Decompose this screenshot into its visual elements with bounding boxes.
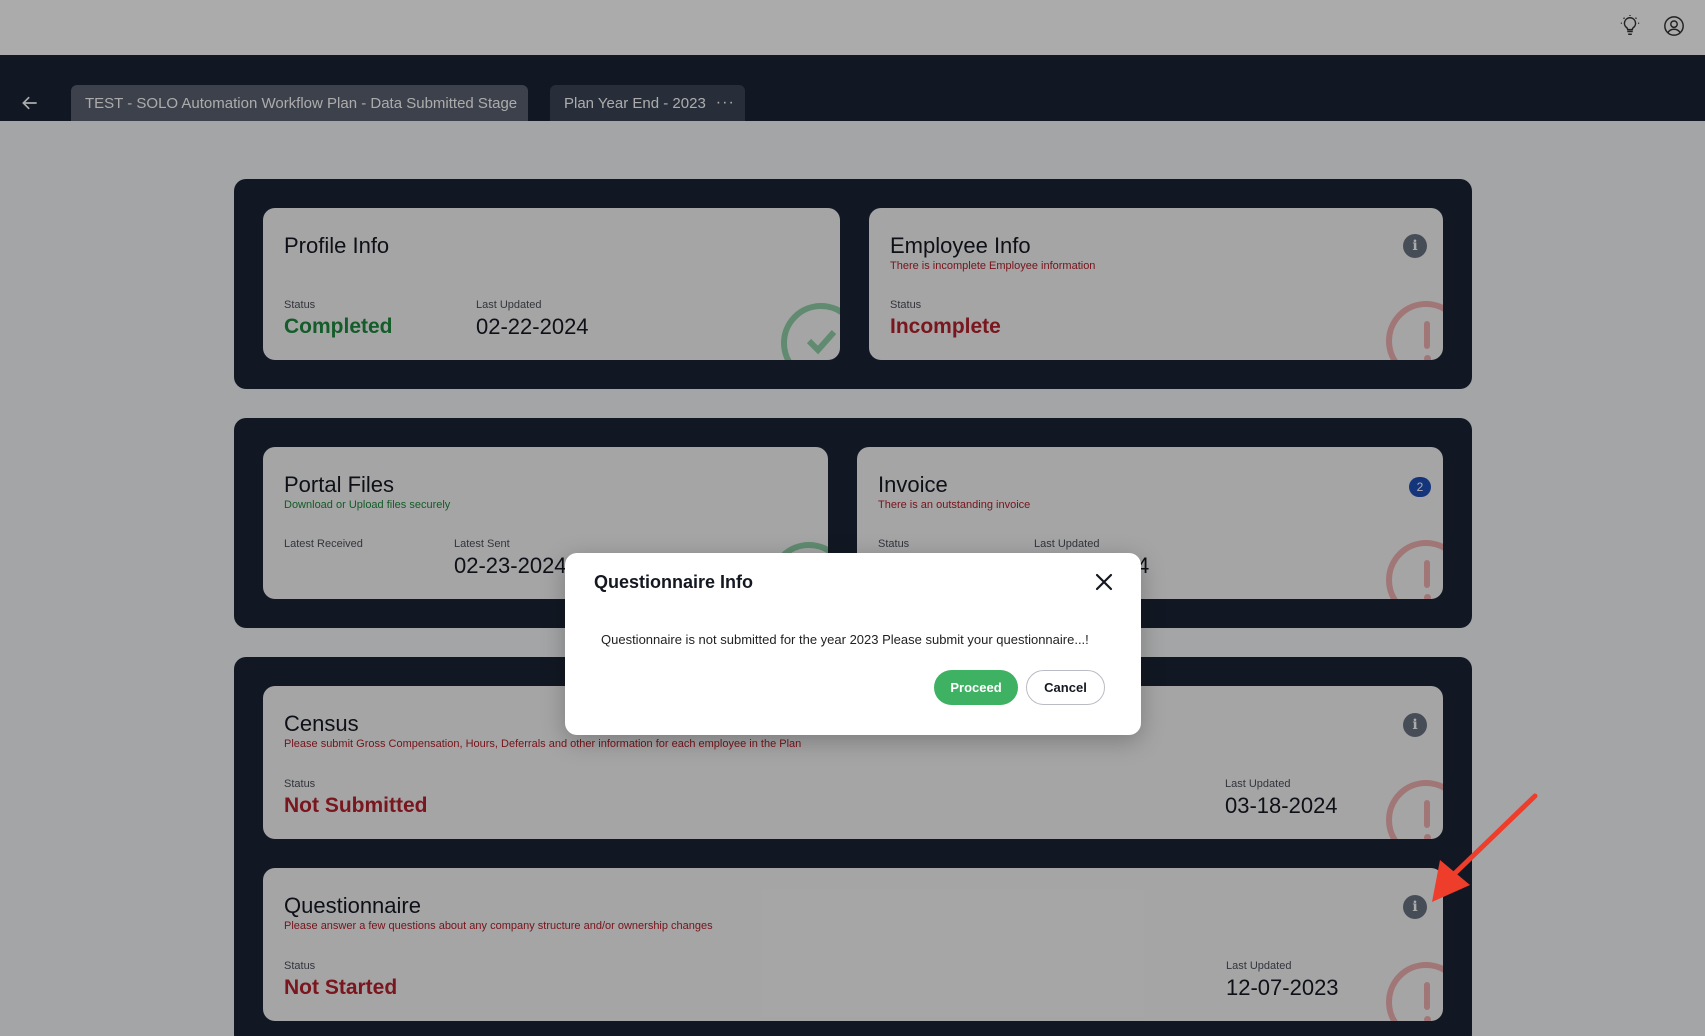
annotation-arrow [1432, 793, 1538, 902]
close-icon[interactable] [1093, 571, 1115, 593]
modal-title: Questionnaire Info [594, 572, 754, 592]
modal-message: Questionnaire is not submitted for the y… [601, 632, 1089, 647]
questionnaire-info-modal: Questionnaire Info Questionnaire is not … [565, 553, 1141, 735]
proceed-button[interactable]: Proceed [934, 670, 1018, 705]
cancel-button[interactable]: Cancel [1026, 670, 1105, 705]
